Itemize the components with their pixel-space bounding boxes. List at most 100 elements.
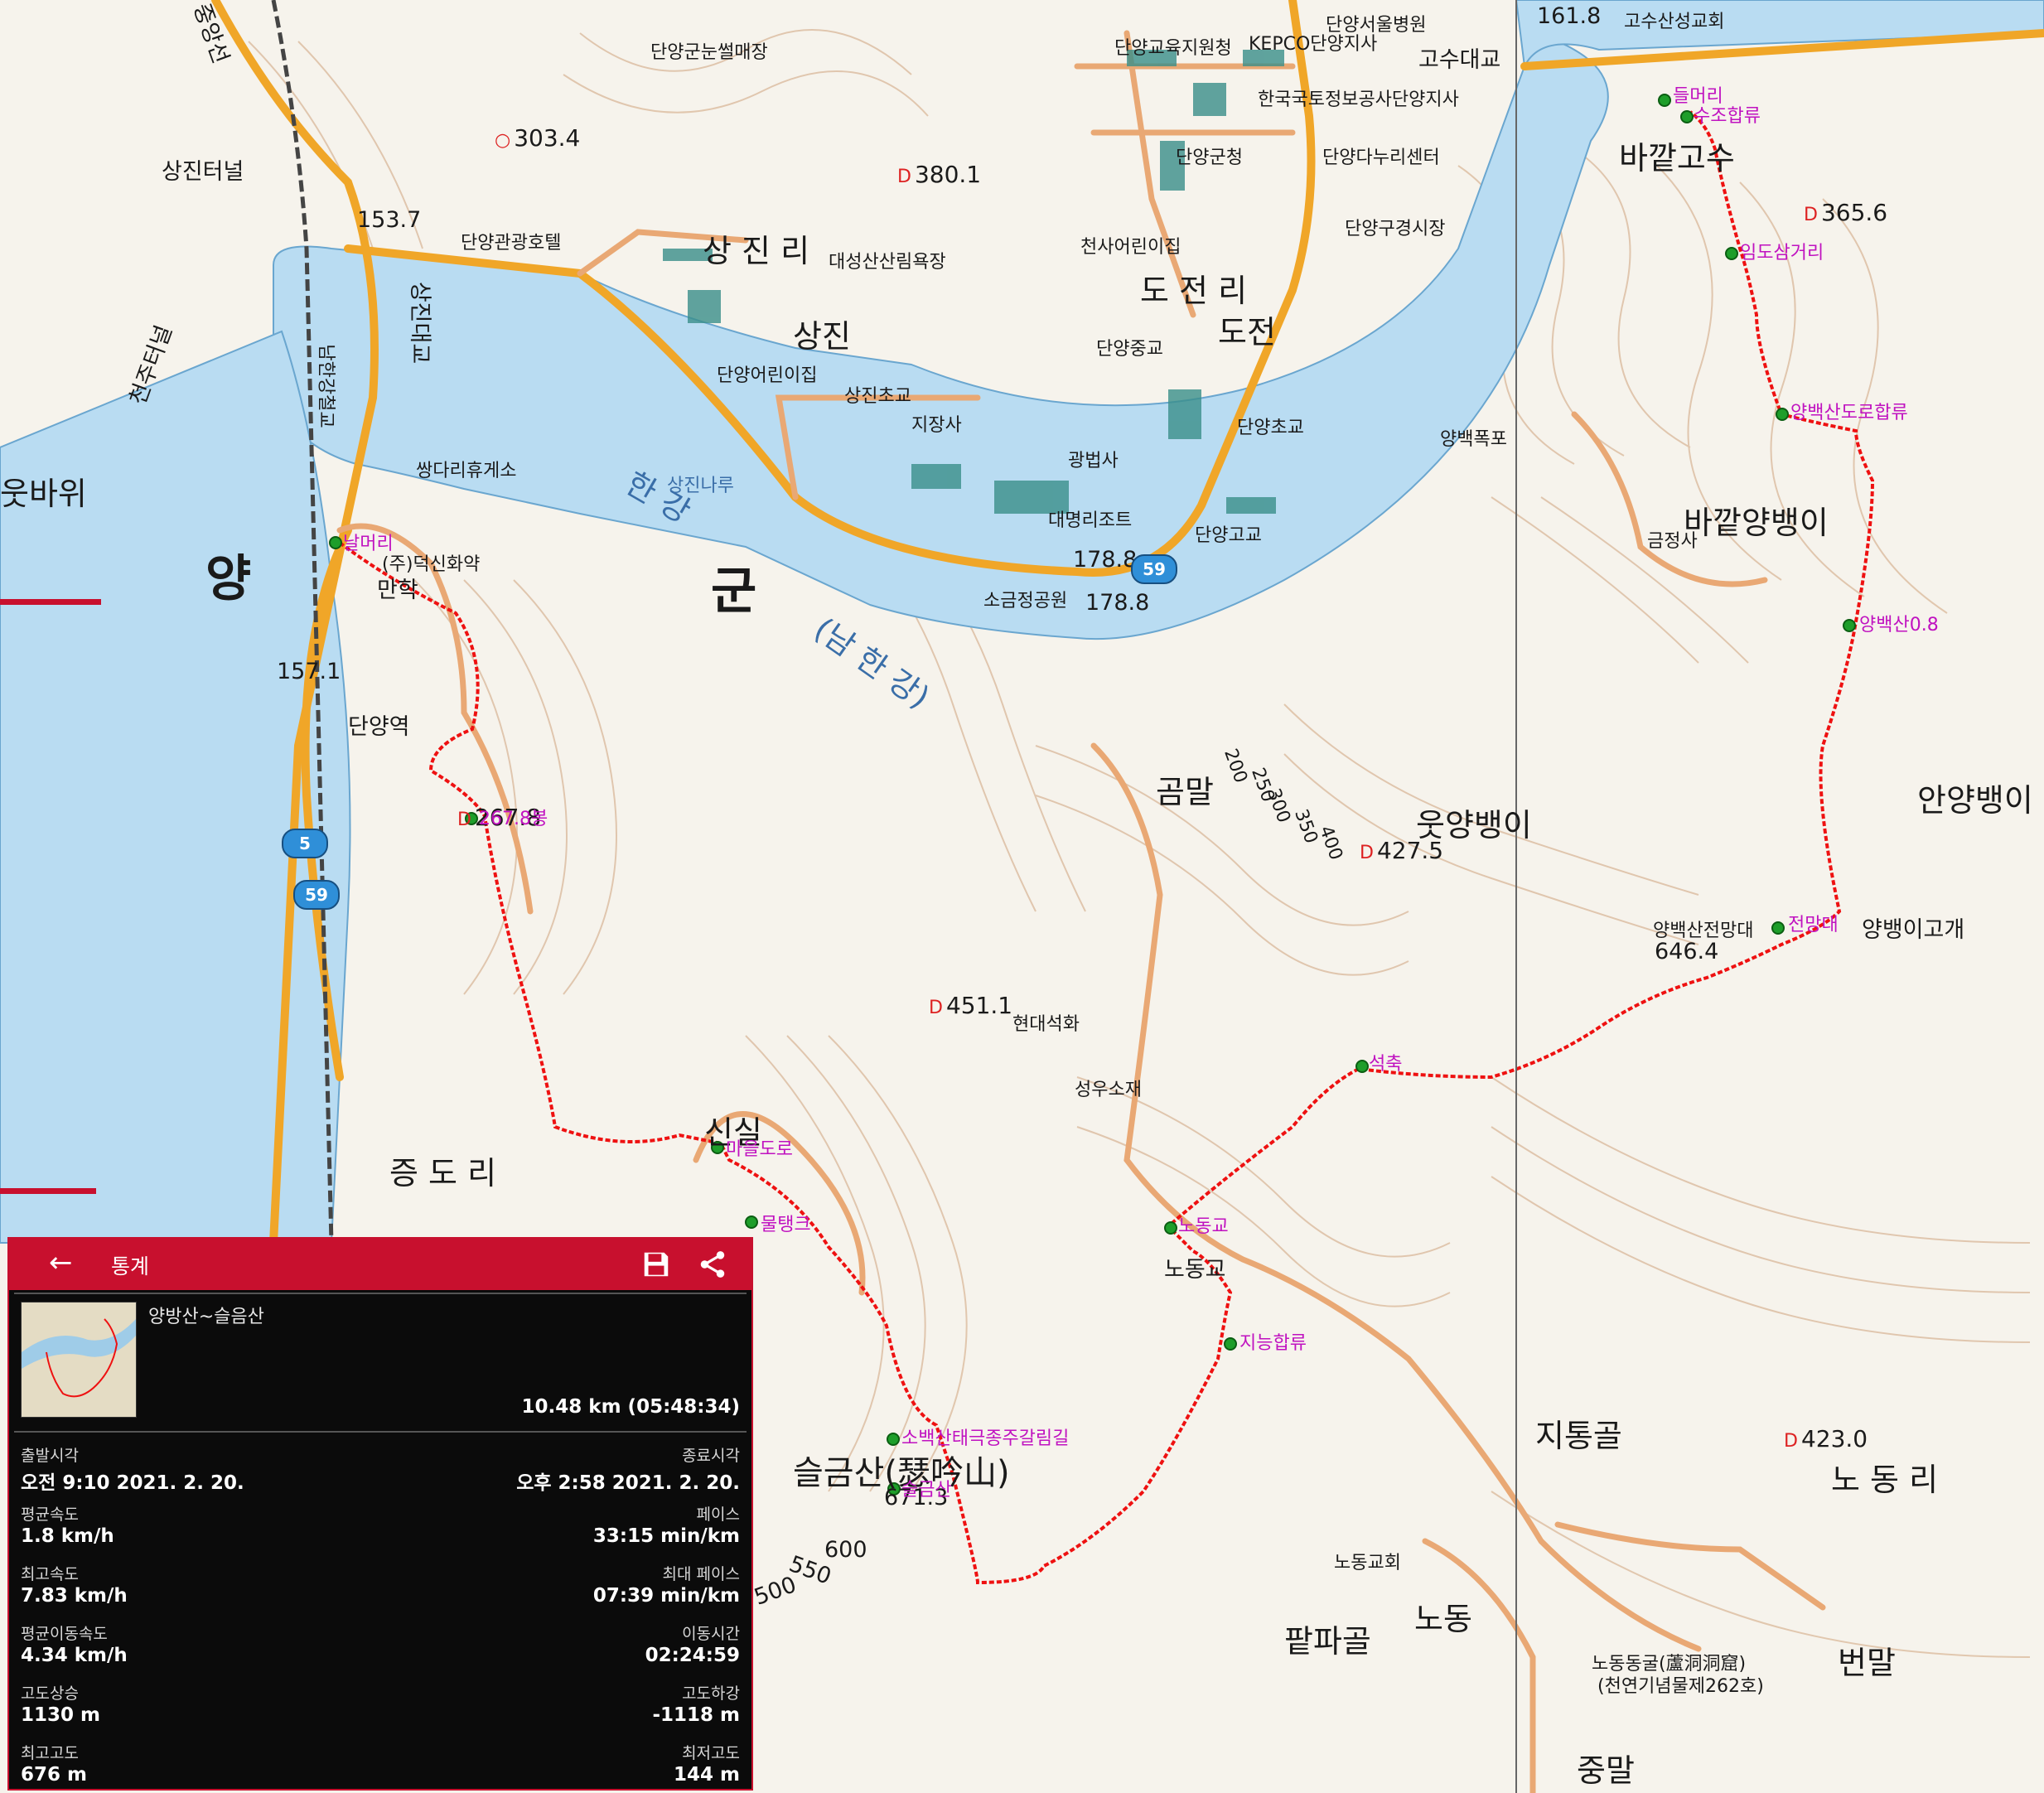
waypoint-label[interactable]: 전망대 <box>1788 910 1839 936</box>
village-label: 바깥고수 <box>1619 140 1735 176</box>
stat-label: 최고고도 <box>21 1744 79 1762</box>
poi-label: 단양다누리센터 <box>1322 147 1440 168</box>
stat-value: 7.83 km/h <box>21 1585 128 1607</box>
peak-elevation: D 380.1 <box>897 161 982 188</box>
waypoint-label[interactable]: 슬금산 <box>901 1475 952 1501</box>
back-arrow-icon[interactable]: ← <box>49 1246 73 1279</box>
stat-value: 144 m <box>674 1764 740 1786</box>
peak-elevation: D 423.0 <box>1784 1425 1868 1452</box>
village-label: 상 진 리 <box>703 233 810 269</box>
poi-label: 천사어린이집 <box>1080 237 1181 258</box>
route-shield: 5 <box>282 829 328 858</box>
peak-icon: D <box>929 998 943 1018</box>
stat-value: 4.34 km/h <box>21 1645 128 1666</box>
tunnel-label: 상진터널 <box>162 159 244 185</box>
stat-label: 출발시각 <box>21 1447 79 1465</box>
track-total-distance: 10.48 km (05:48:34) <box>521 1396 740 1418</box>
red-marker-bar <box>0 1188 96 1194</box>
waypoint-label[interactable]: 양백산도로합류 <box>1790 398 1908 424</box>
red-marker-bar <box>0 599 101 605</box>
peak-name-label: 양백산전망대 <box>1653 921 1754 941</box>
waypoint-label[interactable]: 마을도로 <box>726 1134 793 1161</box>
poi-label: 성우소재 <box>1075 1080 1142 1100</box>
poi-label: 단양초교 <box>1237 418 1304 438</box>
waypoint-label[interactable]: 267.8봉 <box>479 804 548 830</box>
poi-label: (천연기념물제262호) <box>1597 1676 1764 1697</box>
poi-label: 한국국토정보공사단양지사 <box>1258 89 1459 110</box>
village-label: 도 전 리 <box>1140 273 1248 309</box>
stat-value: -1118 m <box>652 1704 740 1726</box>
divider <box>14 1431 747 1433</box>
stat-value: 07:39 min/km <box>592 1585 740 1607</box>
waypoint-label[interactable]: 날머리 <box>343 529 394 555</box>
peak-icon: D <box>457 810 471 830</box>
stat-label: 고도상승 <box>21 1684 79 1703</box>
stat-label: 고도하강 <box>682 1684 740 1703</box>
stat-value: 02:24:59 <box>645 1645 740 1666</box>
place-label: 웃바위 <box>0 476 87 512</box>
village-label: 곰말 <box>1156 774 1214 810</box>
village-label: 상진 <box>793 318 851 355</box>
stat-label: 평균속도 <box>21 1505 79 1524</box>
peak-icon: D <box>1804 205 1818 225</box>
village-label: 노동 <box>1414 1601 1472 1637</box>
track-thumbnail[interactable] <box>21 1302 137 1418</box>
stat-label: 이동시간 <box>682 1625 740 1643</box>
station-label: 단양역 <box>348 714 410 740</box>
waypoint-label[interactable]: 수조합류 <box>1694 101 1761 128</box>
stat-label: 최고속도 <box>21 1565 79 1583</box>
place-label: 양뱅이고개 <box>1862 917 1965 943</box>
altitude-label: 161.8 <box>1537 3 1602 29</box>
bridge-label: 남한강철교 <box>315 344 336 428</box>
poi-label: 단양군청 <box>1176 147 1243 168</box>
peak-elevation: D 365.6 <box>1804 199 1888 226</box>
peak-icon: ○ <box>495 130 511 151</box>
poi-label: 단양고교 <box>1195 525 1262 546</box>
village-label: 바깥양뱅이 <box>1684 505 1829 541</box>
contour-label: 600 <box>824 1537 867 1563</box>
poi-label: 대성산산림욕장 <box>829 252 946 273</box>
poi-label: 고수산성교회 <box>1624 12 1725 32</box>
peak-elevation: ○ 303.4 <box>495 124 581 152</box>
village-label: 지통골 <box>1535 1418 1622 1454</box>
altitude-label: 646.4 <box>1655 939 1719 964</box>
stat-label: 최대 페이스 <box>662 1565 740 1583</box>
waypoint-label[interactable]: 임도삼거리 <box>1740 238 1824 264</box>
stat-label: 최저고도 <box>682 1744 740 1762</box>
waypoint-label[interactable]: 소백산태극종주갈림길 <box>901 1423 1069 1450</box>
village-label: 도전 <box>1218 314 1276 350</box>
waypoint-label[interactable]: 지능합류 <box>1239 1328 1307 1355</box>
poi-label: 단양구경시장 <box>1345 219 1446 239</box>
waypoint-label[interactable]: 양백산0.8 <box>1859 610 1939 636</box>
waypoint-label[interactable]: 노동교 <box>1178 1211 1229 1238</box>
waypoint-label[interactable]: 물탱크 <box>761 1210 811 1236</box>
poi-label: 단양교육지원청 <box>1114 38 1232 59</box>
track-name: 양방산~슬음산 <box>148 1307 264 1327</box>
save-icon[interactable] <box>640 1249 672 1283</box>
altitude-label: 157.1 <box>277 659 341 684</box>
share-icon[interactable] <box>697 1249 728 1283</box>
peak-icon: D <box>1784 1431 1798 1452</box>
waypoint-label[interactable]: 석축 <box>1369 1049 1402 1075</box>
poi-label: 노동교회 <box>1334 1553 1401 1573</box>
poi-label: KEPCO단양지사 <box>1249 34 1378 55</box>
place-label: 만학 <box>377 578 418 603</box>
village-label: 팥파골 <box>1284 1623 1371 1660</box>
stat-value: 676 m <box>21 1764 87 1786</box>
peak-elevation: D 451.1 <box>929 992 1013 1019</box>
village-label: 번말 <box>1838 1645 1896 1681</box>
poi-label: 광법사 <box>1068 451 1119 471</box>
village-label: 노 동 리 <box>1831 1462 1939 1498</box>
village-label: 안양뱅이 <box>1917 782 2033 819</box>
poi-label: 소금정공원 <box>983 591 1068 611</box>
poi-label: 현대석화 <box>1012 1014 1080 1035</box>
poi-label: 양백폭포 <box>1440 429 1507 450</box>
statistics-panel: ← 통계 양방산~슬음산 10.48 km (05:48:34) 출발시각 오전… <box>7 1237 753 1791</box>
peak-icon: D <box>1360 843 1374 863</box>
poi-label: 단양군눈썰매장 <box>650 42 768 63</box>
poi-label: 지장사 <box>911 415 962 436</box>
poi-label: (주)덕신화약 <box>382 554 481 575</box>
route-shield: 59 <box>1131 554 1177 584</box>
village-label: 증 도 리 <box>389 1155 497 1191</box>
poi-label: 단양관광호텔 <box>461 233 562 254</box>
